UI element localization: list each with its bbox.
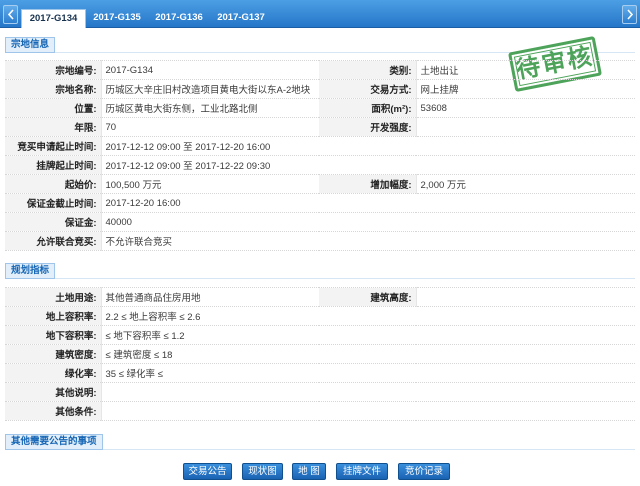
- table-row: 起始价: 100,500 万元 增加幅度: 2,000 万元: [5, 174, 635, 194]
- field-label: 交易方式:: [319, 79, 417, 99]
- table-row: 竞买申请起止时间: 2017-12-12 09:00 至 2017-12-20 …: [5, 136, 635, 156]
- field-label: 建筑密度:: [5, 344, 102, 364]
- table-row: 宗地编号: 2017-G134 类别: 土地出让: [5, 60, 635, 80]
- tab-2017-g136[interactable]: 2017-G136: [148, 9, 210, 28]
- land-info-table: 宗地编号: 2017-G134 类别: 土地出让 宗地名称: 历城区大辛庄旧村改…: [5, 60, 635, 251]
- field-label: 竞买申请起止时间:: [5, 136, 102, 156]
- field-value: 2,000 万元: [416, 174, 635, 194]
- map-button[interactable]: 地 图: [292, 463, 326, 480]
- field-value: 历城区黄电大街东侧，工业北路北侧: [101, 98, 319, 118]
- field-value: ≤ 建筑密度 ≤ 18: [101, 344, 635, 364]
- field-value: 历城区大辛庄旧村改造项目黄电大街以东A-2地块: [101, 79, 319, 99]
- tab-2017-g135[interactable]: 2017-G135: [86, 9, 148, 28]
- listing-documents-button[interactable]: 挂牌文件: [336, 463, 388, 480]
- field-label: 允许联合竞买:: [5, 231, 102, 251]
- tab-2017-g137[interactable]: 2017-G137: [210, 9, 272, 28]
- field-value-empty: [416, 287, 635, 307]
- table-row: 地下容积率: ≤ 地下容积率 ≤ 1.2: [5, 325, 635, 345]
- table-row: 建筑密度: ≤ 建筑密度 ≤ 18: [5, 344, 635, 364]
- announcement-button[interactable]: 交易公告: [183, 463, 232, 480]
- table-row: 允许联合竞买: 不允许联合竞买: [5, 231, 635, 251]
- field-value-empty: [101, 382, 635, 402]
- field-label: 年限:: [5, 117, 102, 137]
- field-label: 宗地名称:: [5, 79, 102, 99]
- field-label: 挂牌起止时间:: [5, 155, 102, 175]
- table-row: 土地用途: 其他普通商品住房用地 建筑高度:: [5, 287, 635, 307]
- field-label: 宗地编号:: [5, 60, 102, 80]
- field-label: 类别:: [319, 60, 417, 80]
- field-label: 位置:: [5, 98, 102, 118]
- field-label: 面积(m²):: [319, 98, 417, 118]
- table-row: 保证金: 40000: [5, 212, 635, 232]
- field-value-empty: [416, 117, 635, 137]
- field-value: 100,500 万元: [101, 174, 319, 194]
- planning-title: 规划指标: [5, 263, 56, 279]
- field-value: 53608: [416, 98, 635, 118]
- field-value: 70: [101, 117, 319, 137]
- field-value: 35 ≤ 绿化率 ≤: [101, 363, 635, 383]
- bidding-records-button[interactable]: 竞价记录: [398, 463, 450, 480]
- table-row: 其他条件:: [5, 401, 635, 421]
- field-label: 保证金:: [5, 212, 102, 232]
- land-info-title: 宗地信息: [5, 37, 56, 53]
- field-value: 网上挂牌: [416, 79, 635, 99]
- chevron-right-icon: [626, 9, 633, 20]
- field-value: ≤ 地下容积率 ≤ 1.2: [101, 325, 635, 345]
- field-value: 其他普通商品住房用地: [101, 287, 319, 307]
- field-value: 2017-12-20 16:00: [101, 193, 635, 213]
- field-label: 其他说明:: [5, 382, 102, 402]
- planning-header: 规划指标: [5, 263, 635, 279]
- tab-prev-button[interactable]: [3, 5, 18, 24]
- other-notices-header: 其他需要公告的事项: [5, 434, 635, 450]
- field-label: 地上容积率:: [5, 306, 102, 326]
- field-label: 土地用途:: [5, 287, 102, 307]
- field-label: 保证金截止时间:: [5, 193, 102, 213]
- field-value: 2017-12-12 09:00 至 2017-12-22 09:30: [101, 155, 635, 175]
- planning-table: 土地用途: 其他普通商品住房用地 建筑高度: 地上容积率: 2.2 ≤ 地上容积…: [5, 287, 635, 421]
- field-label: 增加幅度:: [319, 174, 417, 194]
- field-value: 40000: [101, 212, 635, 232]
- field-value: 2.2 ≤ 地上容积率 ≤ 2.6: [101, 306, 635, 326]
- chevron-left-icon: [7, 9, 14, 20]
- status-map-button[interactable]: 现状图: [242, 463, 283, 480]
- parcel-tabs: 2017-G134 2017-G135 2017-G136 2017-G137: [21, 9, 272, 28]
- field-value: 2017-12-12 09:00 至 2017-12-20 16:00: [101, 136, 635, 156]
- field-label: 其他条件:: [5, 401, 102, 421]
- field-value: 2017-G134: [101, 60, 319, 80]
- field-label: 绿化率:: [5, 363, 102, 383]
- table-row: 地上容积率: 2.2 ≤ 地上容积率 ≤ 2.6: [5, 306, 635, 326]
- table-row: 年限: 70 开发强度:: [5, 117, 635, 137]
- field-label: 开发强度:: [319, 117, 417, 137]
- table-row: 绿化率: 35 ≤ 绿化率 ≤: [5, 363, 635, 383]
- tab-2017-g134[interactable]: 2017-G134: [21, 9, 86, 28]
- table-row: 位置: 历城区黄电大街东侧，工业北路北侧 面积(m²): 53608: [5, 98, 635, 118]
- table-row: 其他说明:: [5, 382, 635, 402]
- tab-next-button[interactable]: [622, 5, 637, 24]
- field-value-empty: [101, 401, 635, 421]
- field-value: 不允许联合竞买: [101, 231, 635, 251]
- field-label: 地下容积率:: [5, 325, 102, 345]
- table-row: 宗地名称: 历城区大辛庄旧村改造项目黄电大街以东A-2地块 交易方式: 网上挂牌: [5, 79, 635, 99]
- field-label: 起始价:: [5, 174, 102, 194]
- table-row: 挂牌起止时间: 2017-12-12 09:00 至 2017-12-22 09…: [5, 155, 635, 175]
- other-notices-title: 其他需要公告的事项: [5, 434, 103, 450]
- field-label: 建筑高度:: [319, 287, 417, 307]
- table-row: 保证金截止时间: 2017-12-20 16:00: [5, 193, 635, 213]
- parcel-tab-bar: 2017-G134 2017-G135 2017-G136 2017-G137: [0, 0, 640, 28]
- field-value: 土地出让: [416, 60, 635, 80]
